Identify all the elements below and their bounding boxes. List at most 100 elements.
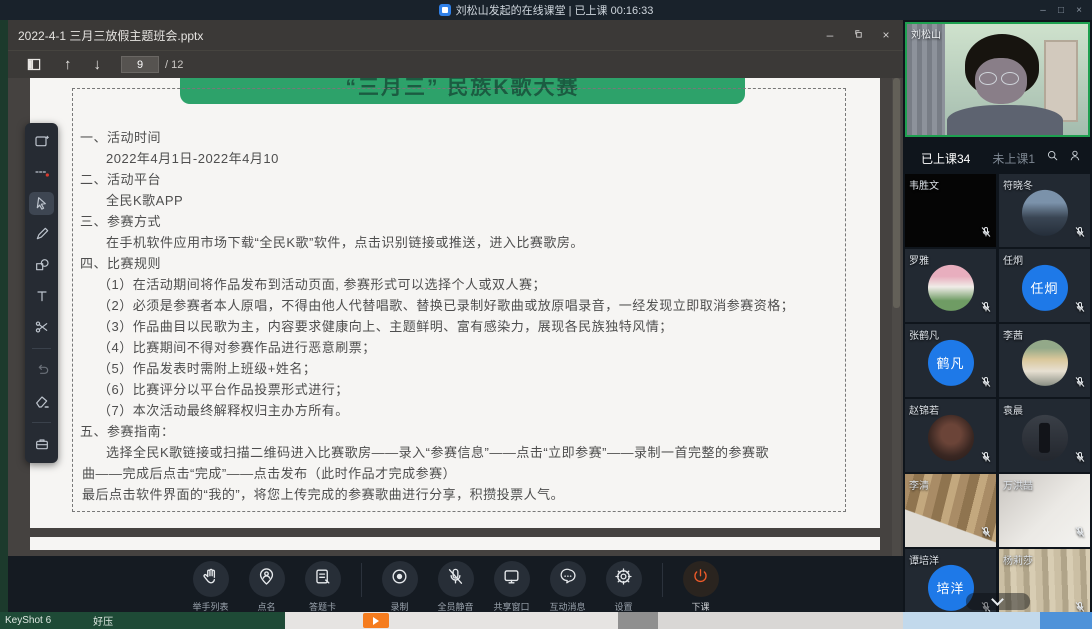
teacher-body [947,105,1063,137]
chevron-down-icon [991,593,1004,606]
avatar-initials: 任炯 [1022,264,1068,310]
select-cursor-icon[interactable] [29,192,54,215]
ppt-close-button[interactable]: × [879,28,893,42]
attendance-tabs: 已上课34 未上课1 [903,143,1092,173]
mic-muted-icon [1074,225,1086,243]
laser-pointer-icon[interactable] [29,161,54,184]
mic-muted-icon [446,567,465,591]
document-scrollbar[interactable] [892,78,901,556]
mic-muted-icon [1074,300,1086,318]
student-tile[interactable]: 袁晨 [999,399,1090,472]
cut-icon[interactable] [29,316,54,339]
class-control-toolbar: 举手列表 点名 答题卡 录制 全员静音 [8,556,903,612]
roll-call-button[interactable]: 点名 [239,561,295,613]
student-tile[interactable]: 任炯 任炯 [999,249,1090,322]
slide-line: 二、活动平台 [80,169,848,190]
slide-line: （7）本次活动最终解释权归主办方所有。 [98,400,848,421]
app-titlebar: 刘松山发起的在线课堂 | 已上课 00:16:33 – □ × [0,0,1092,20]
end-class-button[interactable]: 下课 [673,561,729,613]
student-tile[interactable]: 赵锦若 [905,399,996,472]
student-tile[interactable]: 符晓冬 [999,174,1090,247]
student-tile[interactable]: 万洪喆 [999,474,1090,547]
background-window-lightblue [903,612,1040,629]
power-icon [691,567,710,591]
scrollbar-thumb[interactable] [893,78,900,308]
slide-line: 一、活动时间 [80,127,848,148]
avatar [1022,414,1068,460]
avatar [1022,189,1068,235]
page-number-input[interactable]: 9 [121,56,159,73]
online-classroom-app: 刘松山发起的在线课堂 | 已上课 00:16:33 – □ × 2022-4-1… [0,0,1092,629]
maximize-button[interactable]: □ [1052,5,1070,16]
slide-document-area: “三月三” 民族K歌大赛 一、活动时间 2022年4月1日-2022年4月10 … [8,78,903,556]
student-tile[interactable]: 张鹤凡 鹤凡 [905,324,996,397]
slide-line: 四、比赛规则 [80,253,848,274]
mute-all-button[interactable]: 全员静音 [428,561,484,613]
answer-card-icon [313,567,332,591]
shapes-icon[interactable] [29,254,54,277]
prev-page-button[interactable]: ↑ [64,56,72,73]
answer-card-button[interactable]: 答题卡 [295,561,351,613]
palette-divider [32,348,51,349]
avatar [928,414,974,460]
slide-line: （3）作品曲目以民歌为主，内容要求健康向上、主题鲜明、富有感染力，展现各民族独特… [98,316,848,337]
student-tile[interactable]: 韦胜文 [905,174,996,247]
settings-button[interactable]: 设置 [596,561,652,613]
pen-icon[interactable] [29,223,54,246]
new-board-icon[interactable] [29,130,54,153]
mic-muted-icon [980,300,992,318]
ppt-minimize-button[interactable]: – [823,28,837,42]
desktop-background-sliver [0,20,8,612]
slide-line: （2）必须是参赛者本人原唱，不得由他人代替唱歌、替换已录制好歌曲或放原唱录音，一… [98,295,848,316]
classroom-logo-icon [439,4,451,16]
taskbar-item[interactable]: 好压 [93,613,113,628]
tab-attended[interactable]: 已上课34 [921,150,970,167]
student-tile[interactable]: 罗雅 [905,249,996,322]
page-total-label: / 12 [165,59,183,71]
avatar-initials: 鹤凡 [928,339,974,385]
interactive-messages-button[interactable]: 互动消息 [540,561,596,613]
slide-line: （4）比赛期间不得对参赛作品进行恶意刷票； [98,337,848,358]
slide-line: 在手机软件应用市场下载“全民K歌”软件，点击识别链接或推送，进入比赛歌房。 [106,232,848,253]
toolbox-icon[interactable] [29,432,54,455]
next-page-button[interactable]: ↓ [94,56,102,73]
slide-line: 选择全民K歌链接或扫描二维码进入比赛歌房——录入“参赛信息”——点击“立即参赛”… [106,442,848,463]
record-button[interactable]: 录制 [372,561,428,613]
mic-muted-icon [1074,375,1086,393]
thumbnail-panel-toggle-icon[interactable] [26,57,42,72]
slide-line: （6）比赛评分以平台作品投票形式进行； [98,379,848,400]
raise-hand-list-button[interactable]: 举手列表 [183,561,239,613]
undo-icon[interactable] [29,358,54,381]
student-tile[interactable]: 李茜 [999,324,1090,397]
slide-line: 三、参赛方式 [80,211,848,232]
mic-muted-icon [980,375,992,393]
member-manage-icon[interactable] [1069,149,1082,167]
mic-muted-icon [1074,450,1086,468]
slide-page-10-edge [30,537,880,550]
ppt-window-titlebar: 2022-4-1 三月三放假主题班会.pptx – × [8,20,903,50]
share-window-button[interactable]: 共享窗口 [484,561,540,613]
avatar [1022,339,1068,385]
members-panel: 刘松山 已上课34 未上课1 韦胜文 符晓冬 [903,20,1092,612]
slide-line: 最后点击软件界面的“我的”，将您上传完成的参赛歌曲进行分享，积攒投票人气。 [82,484,848,505]
scroll-down-indicator[interactable] [966,593,1030,610]
teacher-video-tile[interactable]: 刘松山 [905,22,1090,137]
toolbar-divider [361,563,362,597]
text-tool-icon[interactable] [29,285,54,308]
eraser-icon[interactable] [29,389,54,412]
person-pin-icon [257,567,276,591]
slide-line: 全民K歌APP [106,190,848,211]
taskbar-item[interactable]: KeyShot 6 [5,615,51,626]
search-icon[interactable] [1046,149,1059,167]
mic-muted-icon [980,225,992,243]
ppt-nav-toolbar: ↑ ↓ 9 / 12 [8,50,903,78]
close-button[interactable]: × [1070,5,1088,16]
tab-absent[interactable]: 未上课1 [992,150,1035,167]
background-window-gray [618,612,658,629]
media-player-icon[interactable] [363,613,389,628]
ppt-popout-button[interactable] [851,28,865,42]
slide-line: （1）在活动期间将作品发布到活动页面, 参赛形式可以选择个人或双人赛； [98,274,848,295]
student-tile[interactable]: 李清 [905,474,996,547]
mic-muted-icon [1074,525,1086,543]
minimize-button[interactable]: – [1034,5,1052,16]
